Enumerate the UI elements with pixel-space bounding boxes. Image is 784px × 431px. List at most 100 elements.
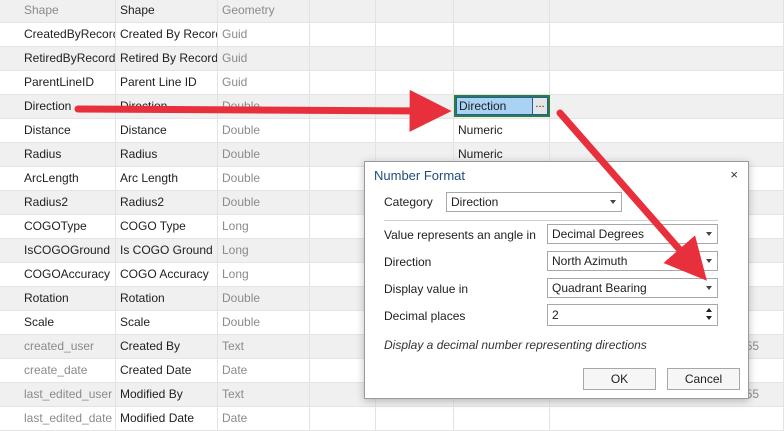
field-name-cell[interactable]: create_date (20, 359, 116, 382)
allow-null-cell[interactable] (310, 407, 376, 430)
allow-null-cell[interactable] (310, 71, 376, 94)
field-name-cell[interactable]: RetiredByRecord (20, 47, 116, 70)
alias-cell[interactable]: Is COGO Ground (116, 239, 218, 262)
direction-select[interactable]: North Azimuth (547, 251, 718, 271)
alias-cell[interactable]: Shape (116, 0, 218, 22)
alias-cell[interactable]: Direction (116, 95, 218, 118)
allow-null-cell[interactable] (310, 23, 376, 46)
length-cell[interactable] (550, 23, 784, 46)
field-name-cell[interactable]: IsCOGOGround (20, 239, 116, 262)
field-name-cell[interactable]: Radius2 (20, 191, 116, 214)
data-type-cell[interactable]: Geometry (218, 0, 310, 22)
ok-button[interactable]: OK (583, 368, 656, 390)
data-type-cell[interactable]: Long (218, 215, 310, 238)
close-icon[interactable]: × (730, 167, 738, 182)
highlight-cell[interactable] (376, 23, 454, 46)
number-format-cell[interactable] (454, 47, 550, 70)
table-row[interactable]: Direction Direction Double Direction... (0, 95, 784, 119)
field-name-cell[interactable]: Shape (20, 0, 116, 22)
number-format-editor[interactable]: Direction... (456, 97, 548, 115)
alias-cell[interactable]: Modified Date (116, 407, 218, 430)
data-type-cell[interactable]: Guid (218, 71, 310, 94)
data-type-cell[interactable]: Text (218, 383, 310, 406)
field-name-cell[interactable]: CreatedByRecord (20, 23, 116, 46)
field-name-cell[interactable]: Direction (20, 95, 116, 118)
data-type-cell[interactable]: Double (218, 191, 310, 214)
allow-null-cell[interactable] (310, 119, 376, 142)
highlight-cell[interactable] (376, 95, 454, 118)
length-cell[interactable] (550, 95, 784, 118)
alias-cell[interactable]: Modified By (116, 383, 218, 406)
data-type-cell[interactable]: Guid (218, 23, 310, 46)
table-row[interactable]: CreatedByRecord Created By Record Guid (0, 23, 784, 47)
field-name-cell[interactable]: ArcLength (20, 167, 116, 190)
category-select[interactable]: Direction (446, 192, 622, 212)
alias-cell[interactable]: Created By (116, 335, 218, 358)
data-type-cell[interactable]: Text (218, 335, 310, 358)
table-row[interactable]: Shape Shape Geometry (0, 0, 784, 23)
data-type-cell[interactable]: Date (218, 359, 310, 382)
field-name-cell[interactable]: COGOAccuracy (20, 263, 116, 286)
highlight-cell[interactable] (376, 0, 454, 22)
field-name-cell[interactable]: created_user (20, 335, 116, 358)
highlight-cell[interactable] (376, 407, 454, 430)
alias-cell[interactable]: COGO Type (116, 215, 218, 238)
angle-select[interactable]: Decimal Degrees (547, 224, 718, 244)
table-row[interactable]: Distance Distance Double Numeric (0, 119, 784, 143)
field-name-cell[interactable]: COGOType (20, 215, 116, 238)
alias-cell[interactable]: Created Date (116, 359, 218, 382)
data-type-cell[interactable]: Guid (218, 47, 310, 70)
decrement-icon[interactable] (706, 316, 712, 320)
data-type-cell[interactable]: Double (218, 311, 310, 334)
increment-icon[interactable] (706, 308, 712, 312)
length-cell[interactable] (550, 0, 784, 22)
decimal-stepper[interactable]: 2 (547, 304, 718, 326)
alias-cell[interactable]: Radius (116, 143, 218, 166)
field-name-cell[interactable]: Rotation (20, 287, 116, 310)
allow-null-cell[interactable] (310, 95, 376, 118)
data-type-cell[interactable]: Double (218, 167, 310, 190)
alias-cell[interactable]: Created By Record (116, 23, 218, 46)
alias-cell[interactable]: Distance (116, 119, 218, 142)
allow-null-cell[interactable] (310, 0, 376, 22)
field-name-cell[interactable]: Scale (20, 311, 116, 334)
highlight-cell[interactable] (376, 119, 454, 142)
highlight-cell[interactable] (376, 71, 454, 94)
alias-cell[interactable]: Scale (116, 311, 218, 334)
alias-cell[interactable]: Parent Line ID (116, 71, 218, 94)
alias-cell[interactable]: Radius2 (116, 191, 218, 214)
alias-cell[interactable]: Retired By Record (116, 47, 218, 70)
cancel-button[interactable]: Cancel (667, 368, 740, 390)
allow-null-cell[interactable] (310, 47, 376, 70)
ellipsis-button[interactable]: ... (532, 98, 547, 114)
data-type-cell[interactable]: Double (218, 143, 310, 166)
alias-cell[interactable]: Rotation (116, 287, 218, 310)
field-name-cell[interactable]: last_edited_user (20, 383, 116, 406)
length-cell[interactable] (550, 407, 784, 430)
number-format-cell[interactable] (454, 407, 550, 430)
field-name-cell[interactable]: ParentLineID (20, 71, 116, 94)
data-type-cell[interactable]: Double (218, 95, 310, 118)
table-row[interactable]: RetiredByRecord Retired By Record Guid (0, 47, 784, 71)
number-format-cell[interactable] (454, 0, 550, 22)
number-format-cell[interactable] (454, 23, 550, 46)
length-cell[interactable] (550, 119, 784, 142)
data-type-cell[interactable]: Date (218, 407, 310, 430)
field-name-cell[interactable]: Distance (20, 119, 116, 142)
data-type-cell[interactable]: Long (218, 239, 310, 262)
number-format-cell[interactable] (454, 71, 550, 94)
data-type-cell[interactable]: Double (218, 287, 310, 310)
table-row[interactable]: ParentLineID Parent Line ID Guid (0, 71, 784, 95)
field-name-cell[interactable]: Radius (20, 143, 116, 166)
number-format-cell[interactable]: Numeric (454, 119, 550, 142)
data-type-cell[interactable]: Long (218, 263, 310, 286)
alias-cell[interactable]: Arc Length (116, 167, 218, 190)
alias-cell[interactable]: COGO Accuracy (116, 263, 218, 286)
highlight-cell[interactable] (376, 47, 454, 70)
length-cell[interactable] (550, 71, 784, 94)
table-row[interactable]: last_edited_date Modified Date Date (0, 407, 784, 431)
field-name-cell[interactable]: last_edited_date (20, 407, 116, 430)
length-cell[interactable] (550, 47, 784, 70)
data-type-cell[interactable]: Double (218, 119, 310, 142)
display-select[interactable]: Quadrant Bearing (547, 278, 718, 298)
